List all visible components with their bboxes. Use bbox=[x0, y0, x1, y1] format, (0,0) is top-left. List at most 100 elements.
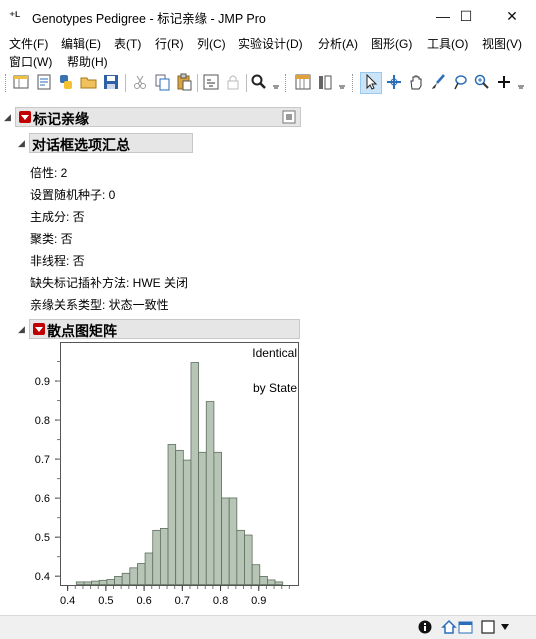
histogram-bar[interactable] bbox=[228, 497, 238, 585]
x-axis: 0.4 0.5 0.6 0.7 0.8 0.9 bbox=[60, 586, 290, 607]
menu-window[interactable]: 窗口(W) bbox=[9, 53, 52, 70]
window-title: Genotypes Pedigree - 标记亲缘 - JMP Pro bbox=[32, 12, 266, 26]
histogram-bar[interactable] bbox=[205, 401, 215, 585]
histogram-bar[interactable] bbox=[83, 581, 92, 585]
open-folder-icon[interactable] bbox=[80, 73, 98, 91]
x-tick-label: 0.5 bbox=[98, 595, 113, 607]
menu-help[interactable]: 帮助(H) bbox=[67, 53, 108, 70]
columns-icon[interactable] bbox=[316, 73, 334, 91]
histogram-plot[interactable] bbox=[61, 343, 298, 585]
histogram-bar[interactable] bbox=[144, 552, 154, 585]
histogram-bar[interactable] bbox=[152, 529, 161, 585]
histogram-bar[interactable] bbox=[274, 581, 284, 585]
histogram-bar[interactable] bbox=[129, 567, 138, 585]
histogram-bar[interactable] bbox=[75, 581, 85, 585]
histogram-bar[interactable] bbox=[91, 580, 100, 585]
lasso-icon[interactable] bbox=[451, 73, 469, 91]
window-icon[interactable] bbox=[481, 620, 495, 634]
close-button[interactable]: ✕ bbox=[489, 0, 535, 32]
red-triangle-menu-icon[interactable] bbox=[33, 323, 45, 335]
python-icon[interactable] bbox=[57, 73, 75, 91]
hand-icon[interactable] bbox=[407, 73, 425, 91]
menu-doe[interactable]: 实验设计(D) bbox=[238, 35, 303, 52]
menu-analyze[interactable]: 分析(A) bbox=[318, 35, 358, 52]
histogram-bar[interactable] bbox=[244, 534, 253, 585]
histogram-bar[interactable] bbox=[259, 576, 268, 585]
histogram-bar[interactable] bbox=[167, 444, 177, 585]
y-tick-label: 0.5 bbox=[35, 532, 50, 544]
x-tick-label: 0.8 bbox=[213, 595, 228, 607]
y-axis: 0.4 0.5 0.6 0.7 0.8 0.9 bbox=[35, 361, 60, 583]
histogram-bar[interactable] bbox=[190, 362, 200, 585]
window-list-icon[interactable] bbox=[458, 619, 474, 635]
histogram-bar[interactable] bbox=[159, 527, 169, 585]
zoom-icon[interactable] bbox=[473, 73, 491, 91]
menu-edit[interactable]: 编辑(E) bbox=[61, 35, 101, 52]
summary-relatedness-type: 亲缘关系类型: 状态一致性 bbox=[30, 298, 169, 312]
maximize-button[interactable]: ☐ bbox=[443, 0, 489, 32]
disclosure-triangle-icon[interactable]: ◢ bbox=[4, 112, 11, 123]
disclosure-triangle-icon[interactable]: ◢ bbox=[18, 138, 25, 149]
brush-icon[interactable] bbox=[429, 73, 447, 91]
status-bar bbox=[0, 615, 536, 639]
histogram-bar[interactable] bbox=[251, 564, 261, 585]
histogram-bar[interactable] bbox=[175, 449, 184, 585]
x-tick-label: 0.7 bbox=[175, 595, 190, 607]
toolbar-grip[interactable] bbox=[5, 74, 9, 92]
histogram-frame[interactable]: Identical by State bbox=[60, 342, 299, 586]
histogram-bar[interactable] bbox=[106, 579, 115, 585]
data-table-icon[interactable] bbox=[294, 73, 312, 91]
histogram-bar[interactable] bbox=[137, 563, 146, 585]
histogram-bar[interactable] bbox=[114, 576, 123, 585]
menu-table[interactable]: 表(T) bbox=[114, 35, 141, 52]
x-tick-label: 0.9 bbox=[251, 595, 266, 607]
histogram-bar[interactable] bbox=[213, 451, 222, 585]
save-icon[interactable] bbox=[102, 73, 120, 91]
chevron-down-icon[interactable] bbox=[516, 73, 526, 91]
menu-cols[interactable]: 列(C) bbox=[197, 35, 226, 52]
toolbar bbox=[0, 70, 536, 98]
dropdown-icon[interactable] bbox=[500, 623, 510, 631]
menu-graph[interactable]: 图形(G) bbox=[371, 35, 412, 52]
y-tick-label: 0.9 bbox=[35, 376, 50, 388]
histogram-bar[interactable] bbox=[221, 497, 230, 585]
toolbar-grip[interactable] bbox=[285, 74, 289, 92]
histogram-bar[interactable] bbox=[182, 459, 192, 585]
chevron-down-icon[interactable] bbox=[271, 73, 281, 91]
copy-icon[interactable] bbox=[153, 73, 171, 91]
histogram-label-identical: Identical bbox=[252, 346, 297, 360]
search-icon[interactable] bbox=[250, 73, 268, 91]
histogram-bar[interactable] bbox=[98, 579, 108, 585]
outline-header-marker-relatedness[interactable]: 标记亲缘 bbox=[15, 107, 301, 127]
arrow-cursor-icon[interactable] bbox=[362, 73, 380, 91]
info-icon[interactable] bbox=[418, 620, 432, 634]
histogram-bar[interactable] bbox=[267, 579, 276, 585]
crosshair-icon[interactable] bbox=[385, 73, 403, 91]
journal-icon[interactable] bbox=[202, 73, 220, 91]
menu-rows[interactable]: 行(R) bbox=[155, 35, 184, 52]
disclosure-triangle-icon[interactable]: ◢ bbox=[18, 324, 25, 335]
menu-tools[interactable]: 工具(O) bbox=[427, 35, 468, 52]
histogram-bar[interactable] bbox=[236, 529, 245, 585]
y-tick-label: 0.8 bbox=[35, 415, 50, 427]
outline-header-dialog-summary[interactable]: 对话框选项汇总 bbox=[29, 133, 193, 153]
outline-header-scatterplot-matrix[interactable]: 散点图矩阵 bbox=[29, 319, 300, 339]
menu-view[interactable]: 视图(V) bbox=[482, 35, 522, 52]
paste-icon[interactable] bbox=[175, 73, 193, 91]
summary-missing-imputation: 缺失标记插补方法: HWE 关闭 bbox=[30, 276, 188, 290]
histogram-bar[interactable] bbox=[121, 572, 131, 585]
menu-file[interactable]: 文件(F) bbox=[9, 35, 48, 52]
histogram-bar[interactable] bbox=[198, 451, 207, 585]
cut-icon[interactable] bbox=[131, 73, 149, 91]
home-icon[interactable] bbox=[441, 619, 457, 635]
chevron-down-icon[interactable] bbox=[337, 73, 347, 91]
new-data-table-icon[interactable] bbox=[12, 73, 30, 91]
pin-report-icon[interactable] bbox=[282, 110, 296, 124]
summary-random-seed: 设置随机种子: 0 bbox=[30, 188, 116, 202]
new-script-icon[interactable] bbox=[35, 73, 53, 91]
plus-tool-icon[interactable] bbox=[495, 73, 513, 91]
y-tick-label: 0.4 bbox=[35, 571, 50, 583]
toolbar-grip[interactable] bbox=[352, 74, 356, 92]
red-triangle-menu-icon[interactable] bbox=[19, 111, 31, 123]
lock-icon[interactable] bbox=[224, 73, 242, 91]
